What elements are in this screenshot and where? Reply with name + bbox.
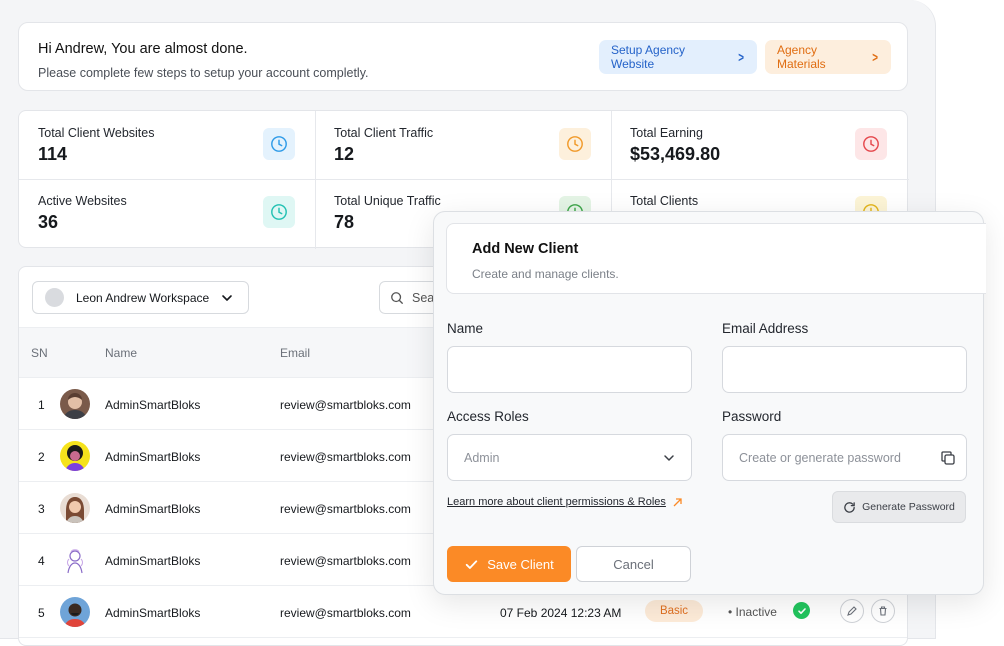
check-icon [793, 602, 810, 619]
row-sn: 4 [38, 554, 45, 568]
status-text: • Inactive [728, 605, 777, 619]
row-email: review@smartbloks.com [280, 398, 411, 412]
clock-icon [263, 196, 295, 228]
generate-password-label: Generate Password [862, 501, 955, 513]
stat-label: Total Client Websites [38, 126, 155, 140]
modal-subtitle: Create and manage clients. [472, 267, 619, 281]
header-name[interactable]: Name [105, 346, 137, 360]
row-name: AdminSmartBloks [105, 502, 201, 516]
stat-total-client-websites: Total Client Websites 114 [19, 111, 315, 179]
stat-label: Total Unique Traffic [334, 194, 441, 208]
save-client-button[interactable]: Save Client [447, 546, 571, 582]
avatar [60, 441, 90, 471]
clock-icon [263, 128, 295, 160]
save-client-label: Save Client [487, 556, 554, 572]
row-sn: 2 [38, 450, 45, 464]
welcome-card: Hi Andrew, You are almost done. Please c… [18, 22, 908, 91]
stat-label: Active Websites [38, 194, 127, 208]
email-field[interactable] [722, 346, 967, 393]
search-placeholder: Sea [412, 290, 435, 305]
stat-value: 36 [38, 212, 59, 232]
access-roles-label: Access Roles [447, 409, 529, 424]
refresh-icon [844, 501, 855, 513]
modal-header: Add New Client Create and manage clients… [446, 223, 986, 294]
row-name: AdminSmartBloks [105, 450, 201, 464]
agency-materials-button[interactable]: Agency Materials > [765, 40, 891, 74]
workspace-select[interactable]: Leon Andrew Workspace [32, 281, 249, 314]
status-label: Inactive [735, 605, 777, 619]
row-name: AdminSmartBloks [105, 554, 201, 568]
email-label: Email Address [722, 321, 809, 336]
stat-value: 12 [334, 144, 355, 164]
name-field[interactable] [447, 346, 692, 393]
clock-icon [559, 128, 591, 160]
avatar [60, 597, 90, 627]
stat-label: Total Clients [630, 194, 699, 208]
add-client-modal: Add New Client Create and manage clients… [433, 211, 986, 595]
chevron-down-icon [664, 454, 674, 461]
workspace-avatar [45, 288, 64, 307]
password-label: Password [722, 409, 782, 424]
row-email: review@smartbloks.com [280, 606, 411, 620]
learn-more-label: Learn more about client permissions & Ro… [447, 496, 666, 508]
row-email: review@smartbloks.com [280, 450, 411, 464]
check-icon [466, 559, 478, 569]
cancel-button[interactable]: Cancel [576, 546, 691, 582]
stat-total-earning: Total Earning $53,469.80 [611, 111, 907, 179]
arrow-up-right-icon [673, 497, 682, 506]
access-roles-select[interactable]: Admin [447, 434, 692, 481]
row-name: AdminSmartBloks [105, 398, 201, 412]
avatar [60, 493, 90, 523]
row-sn: 3 [38, 502, 45, 516]
header-email[interactable]: Email [280, 346, 310, 360]
chevron-down-icon [222, 294, 233, 301]
password-field[interactable]: Create or generate password [722, 434, 967, 481]
stat-value: 114 [38, 144, 68, 164]
trash-icon[interactable] [871, 599, 895, 623]
copy-icon[interactable] [940, 450, 956, 466]
learn-more-link[interactable]: Learn more about client permissions & Ro… [447, 496, 683, 508]
modal-title: Add New Client [472, 241, 579, 257]
clock-icon [855, 128, 887, 160]
name-label: Name [447, 321, 484, 336]
password-placeholder: Create or generate password [739, 450, 901, 465]
access-roles-value: Admin [464, 450, 500, 465]
row-sn: 1 [38, 398, 45, 412]
avatar [60, 389, 90, 419]
row-sn: 5 [38, 606, 45, 620]
row-date: 07 Feb 2024 12:23 AM [500, 606, 622, 620]
welcome-subtitle: Please complete few steps to setup your … [38, 66, 369, 80]
row-email: review@smartbloks.com [280, 554, 411, 568]
search-icon [391, 291, 403, 304]
stat-label: Total Earning [630, 126, 703, 140]
chevron-right-icon: > [872, 49, 878, 65]
row-email: review@smartbloks.com [280, 502, 411, 516]
stat-active-websites: Active Websites 36 [19, 179, 315, 247]
row-name: AdminSmartBloks [105, 606, 201, 620]
stat-total-client-traffic: Total Client Traffic 12 [315, 111, 611, 179]
agency-materials-label: Agency Materials [777, 43, 826, 71]
avatar [60, 545, 90, 575]
header-sn: SN [31, 346, 48, 360]
welcome-title: Hi Andrew, You are almost done. [38, 41, 248, 57]
stat-value: 78 [334, 212, 355, 232]
chevron-right-icon: > [738, 49, 744, 65]
setup-agency-website-label: Setup Agency Website [611, 43, 686, 71]
setup-agency-website-button[interactable]: Setup Agency Website > [599, 40, 757, 74]
edit-icon[interactable] [840, 599, 864, 623]
workspace-label: Leon Andrew Workspace [76, 290, 210, 305]
plan-badge: Basic [645, 600, 703, 622]
stat-label: Total Client Traffic [334, 126, 434, 140]
stat-value: $53,469.80 [630, 144, 721, 164]
generate-password-button[interactable]: Generate Password [832, 491, 966, 523]
